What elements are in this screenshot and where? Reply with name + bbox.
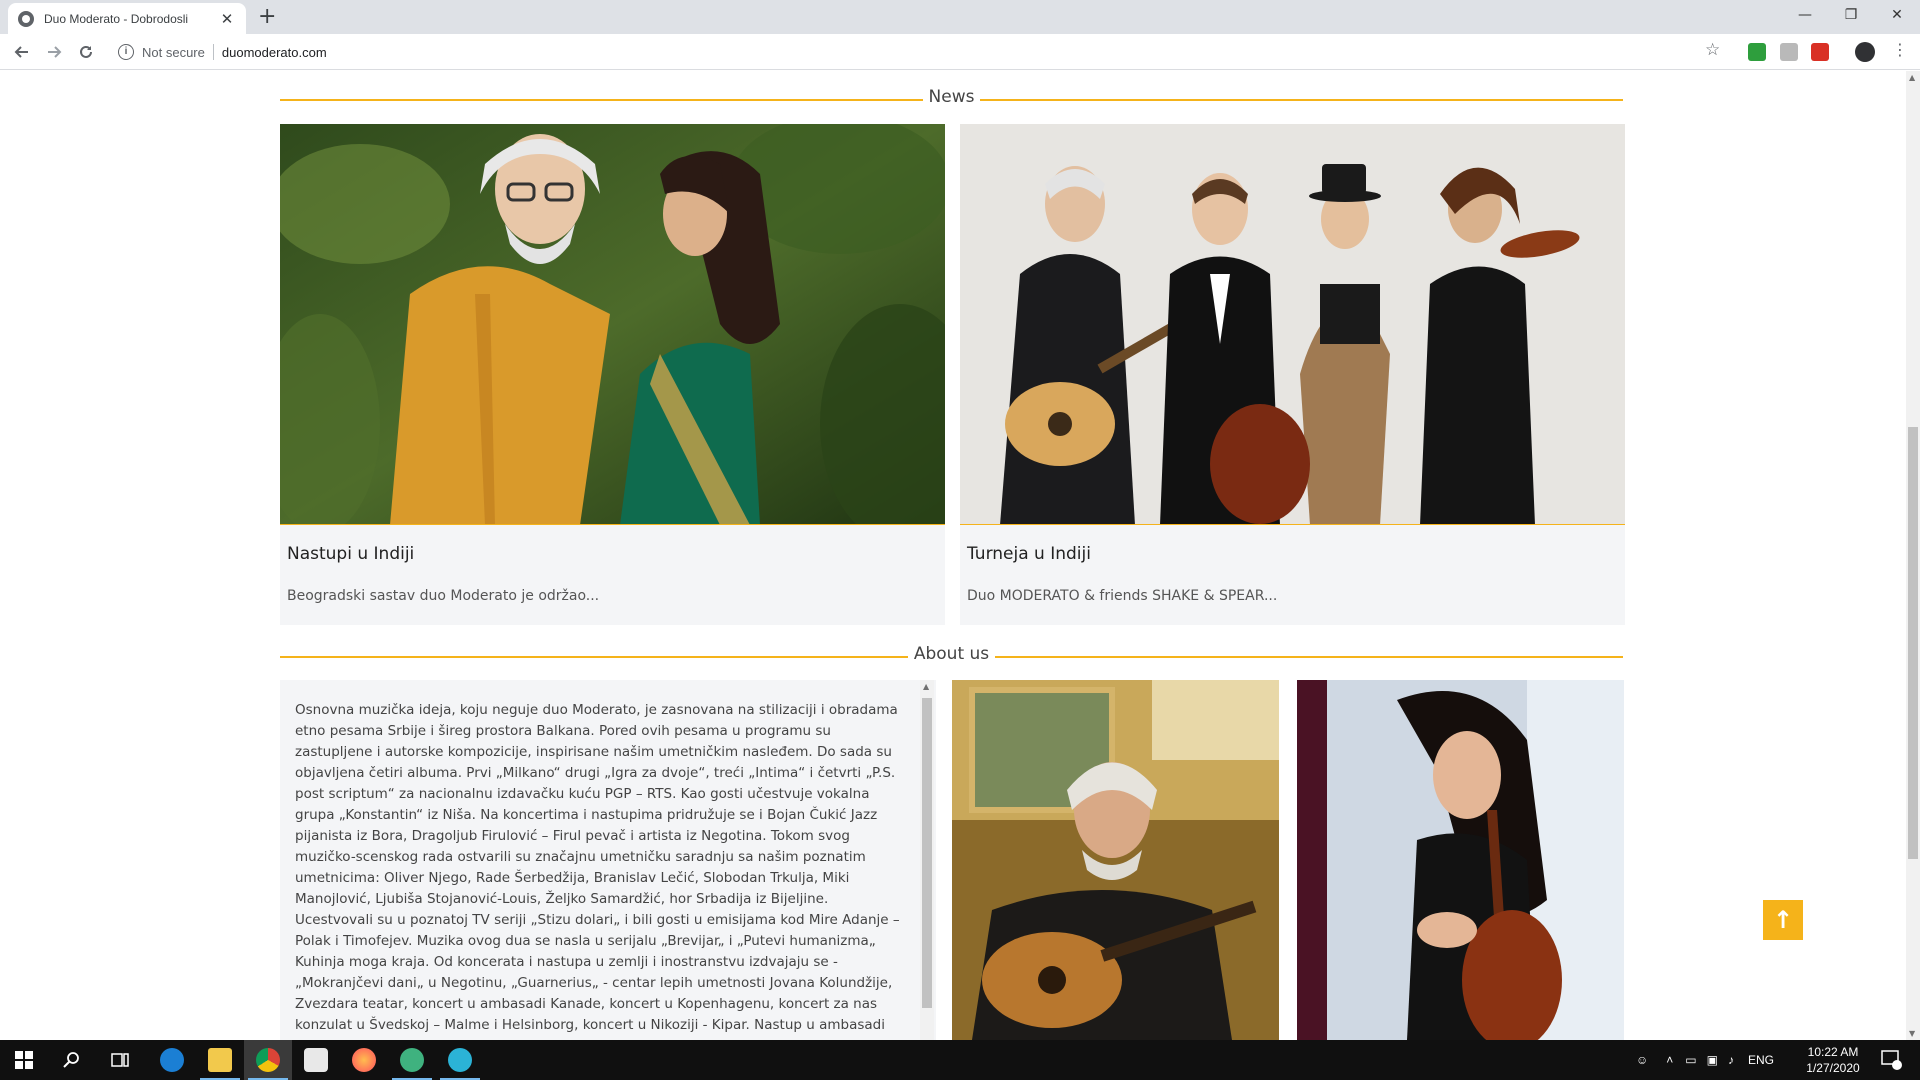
member-photo-cellist — [1297, 680, 1624, 1040]
edge-icon — [160, 1048, 184, 1072]
divider-line — [980, 99, 1623, 101]
restore-button[interactable]: ❐ — [1828, 0, 1874, 30]
notification-icon — [1881, 1050, 1902, 1070]
clock-date: 1/27/2020 — [1806, 1061, 1860, 1075]
about-text: Osnovna muzička ideja, koju neguje duo M… — [295, 702, 900, 1033]
chevron-up-icon[interactable]: ˄ — [1666, 1053, 1673, 1067]
tab-close-button[interactable]: ✕ — [218, 10, 236, 28]
url-text[interactable]: duomoderato.com — [222, 45, 327, 60]
news-card-title[interactable]: Nastupi u Indiji — [287, 544, 414, 564]
news-card-excerpt: Duo MODERATO & friends SHAKE & SPEAR... — [967, 588, 1278, 604]
taskbar-app[interactable] — [436, 1040, 484, 1080]
about-scrollbar[interactable]: ▲ — [920, 680, 934, 1040]
news-card-photo[interactable] — [280, 124, 945, 525]
tab-strip: Duo Moderato - Dobrodosli ✕ + — ❐ ✕ — [0, 0, 1920, 34]
forward-button[interactable] — [42, 40, 66, 64]
pdf-extension-icon[interactable] — [1780, 43, 1798, 61]
shield-icon — [304, 1048, 328, 1072]
info-icon[interactable]: i — [118, 44, 134, 60]
security-status: Not secure — [142, 44, 205, 60]
scroll-up-icon[interactable]: ▲ — [1909, 73, 1915, 82]
network-icon[interactable]: ▣ — [1707, 1053, 1718, 1067]
news-card-title[interactable]: Turneja u Indiji — [967, 544, 1091, 564]
globe-icon — [18, 10, 34, 27]
taskbar-app[interactable] — [388, 1040, 436, 1080]
close-window-button[interactable]: ✕ — [1874, 0, 1920, 30]
profile-avatar[interactable] — [1855, 42, 1875, 62]
start-button[interactable] — [0, 1040, 48, 1080]
volume-icon[interactable]: ♪ — [1728, 1053, 1734, 1067]
keyboard-icon[interactable]: ▭ — [1685, 1053, 1696, 1067]
news-card-excerpt: Beogradski sastav duo Moderato je održao… — [287, 588, 600, 604]
firefox-icon — [352, 1048, 376, 1072]
divider-line — [280, 656, 908, 658]
about-text-panel[interactable]: Osnovna muzička ideja, koju neguje duo M… — [280, 680, 936, 1040]
cellist-portrait — [1297, 680, 1624, 1040]
browser-toolbar: i Not secure duomoderato.com ☆ ⋮ — [0, 34, 1920, 70]
news-card[interactable]: Nastupi u Indiji Beogradski sastav duo M… — [280, 124, 945, 625]
page-scrollbar-thumb[interactable] — [1908, 427, 1918, 859]
language-indicator[interactable]: ENG — [1748, 1053, 1774, 1067]
app-green-icon — [400, 1048, 424, 1072]
action-center-button[interactable] — [1880, 1048, 1904, 1072]
taskbar-chrome[interactable] — [244, 1040, 292, 1080]
omnibox-divider — [212, 44, 214, 60]
extension-icon[interactable] — [1748, 43, 1766, 61]
divider-line — [280, 99, 923, 101]
about-scrollbar-thumb[interactable] — [922, 698, 932, 1008]
people-icon[interactable]: ☺ — [1636, 1053, 1648, 1067]
chrome-icon — [256, 1048, 280, 1072]
member-photo-guitarist — [952, 680, 1279, 1040]
browser-tab[interactable]: Duo Moderato - Dobrodosli ✕ — [8, 3, 246, 34]
reload-button[interactable] — [74, 40, 98, 64]
search-icon — [63, 1052, 79, 1068]
windows-taskbar: ☺ ˄ ▭ ▣ ♪ ENG 10:22 AM 1/27/2020 — [0, 1040, 1920, 1080]
folder-icon — [208, 1048, 232, 1072]
search-button[interactable] — [48, 1040, 96, 1080]
arrow-left-icon — [14, 46, 28, 58]
news-card[interactable]: Turneja u Indiji Duo MODERATO & friends … — [960, 124, 1625, 625]
scroll-up-icon[interactable]: ▲ — [923, 682, 929, 691]
reload-icon — [80, 45, 92, 58]
new-tab-button[interactable]: + — [258, 4, 276, 30]
back-to-top-button[interactable]: ↑ — [1763, 900, 1803, 940]
arrow-right-icon — [48, 46, 62, 58]
page-scrollbar[interactable]: ▲ ▼ — [1906, 71, 1920, 1040]
news-heading: News — [928, 87, 975, 107]
extension-red-icon[interactable] — [1811, 43, 1829, 61]
system-tray: ☺ ˄ ▭ ▣ ♪ ENG — [1636, 1040, 1774, 1080]
divider-line — [995, 656, 1624, 658]
windows-logo-icon — [15, 1051, 33, 1069]
back-button[interactable] — [10, 40, 34, 64]
taskbar-file-explorer[interactable] — [196, 1040, 244, 1080]
guitarist-portrait — [952, 680, 1279, 1040]
arrow-up-icon: ↑ — [1772, 906, 1794, 934]
bookmark-star-icon[interactable]: ☆ — [1705, 40, 1720, 60]
page-viewport: News Nastupi u Indiji Beogradski sastav … — [0, 71, 1906, 1040]
taskbar-firefox[interactable] — [340, 1040, 388, 1080]
browser-menu-icon[interactable]: ⋮ — [1892, 40, 1908, 59]
app-blue-icon — [448, 1048, 472, 1072]
clock-time: 10:22 AM — [1807, 1045, 1859, 1059]
task-view-button[interactable] — [96, 1040, 144, 1080]
taskbar-edge[interactable] — [148, 1040, 196, 1080]
news-card-photo[interactable] — [960, 124, 1625, 525]
about-section-header: About us — [280, 642, 1624, 666]
minimize-button[interactable]: — — [1782, 0, 1828, 30]
duo-in-india-photo — [280, 124, 945, 524]
about-heading: About us — [913, 644, 990, 664]
task-view-icon — [111, 1053, 129, 1067]
tab-title: Duo Moderato - Dobrodosli — [44, 11, 189, 26]
address-bar[interactable]: i Not secure duomoderato.com — [108, 38, 1708, 66]
band-group-photo — [960, 124, 1625, 524]
clock[interactable]: 10:22 AM 1/27/2020 — [1798, 1044, 1868, 1076]
scroll-down-icon[interactable]: ▼ — [1909, 1029, 1915, 1038]
taskbar-app[interactable] — [292, 1040, 340, 1080]
news-section-header: News — [280, 85, 1623, 109]
